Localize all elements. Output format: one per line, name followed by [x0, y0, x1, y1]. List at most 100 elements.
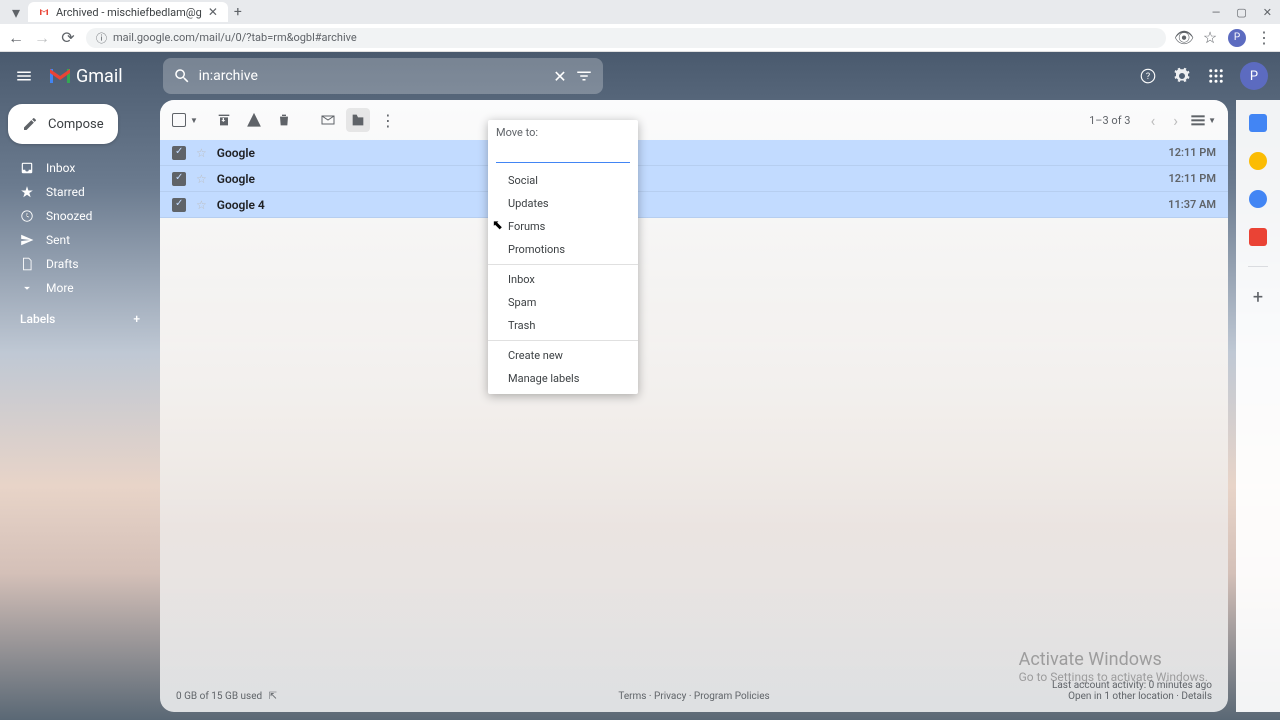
moveto-title: Move to:	[488, 120, 638, 141]
activate-title: Activate Windows	[1019, 649, 1208, 670]
row-checkbox[interactable]	[172, 172, 186, 186]
search-input[interactable]	[199, 68, 546, 84]
tasks-app-icon[interactable]	[1249, 190, 1267, 208]
moveto-search-input[interactable]	[496, 145, 636, 158]
tab-close-icon[interactable]: ✕	[208, 5, 218, 19]
row-checkbox[interactable]	[172, 146, 186, 160]
search-options-icon[interactable]	[575, 67, 593, 85]
add-addon-button[interactable]: +	[1253, 287, 1263, 308]
calendar-app-icon[interactable]	[1249, 114, 1267, 132]
email-row[interactable]: ☆ Google 12:11 PM	[160, 166, 1228, 192]
contacts-app-icon[interactable]	[1249, 228, 1267, 246]
row-checkbox[interactable]	[172, 198, 186, 212]
reload-button[interactable]: ⟳	[60, 28, 76, 47]
star-icon	[20, 185, 34, 199]
sender-name: Google	[217, 146, 357, 160]
sidebar-item-snoozed[interactable]: Snoozed	[4, 204, 156, 228]
email-time: 12:11 PM	[1168, 146, 1216, 159]
sidebar-item-label: Starred	[46, 185, 85, 199]
site-info-icon[interactable]: ⓘ	[96, 30, 107, 46]
select-all-checkbox[interactable]	[172, 113, 186, 127]
gmail-header: Gmail ✕ ? P	[0, 52, 1280, 100]
sidebar-item-label: More	[46, 281, 74, 295]
maximize-button[interactable]: ▢	[1236, 6, 1246, 19]
main-menu-button[interactable]	[12, 64, 36, 88]
svg-text:?: ?	[1146, 72, 1150, 82]
browser-menu-icon[interactable]: ⋮	[1256, 28, 1272, 47]
mark-unread-button[interactable]	[316, 108, 340, 132]
report-spam-button[interactable]	[242, 108, 266, 132]
delete-button[interactable]	[272, 108, 296, 132]
profile-avatar[interactable]: P	[1228, 29, 1246, 47]
more-actions-button[interactable]: ⋮	[376, 108, 400, 132]
moveto-item-inbox[interactable]: Inbox	[488, 268, 638, 291]
moveto-search[interactable]	[496, 141, 630, 163]
bookmark-icon[interactable]: ☆	[1202, 28, 1218, 47]
close-window-button[interactable]: ✕	[1263, 6, 1272, 19]
apps-icon[interactable]	[1206, 66, 1226, 86]
tab-search-dropdown[interactable]: ▾	[8, 4, 24, 20]
new-tab-button[interactable]: +	[234, 4, 242, 20]
sidebar-item-drafts[interactable]: Drafts	[4, 252, 156, 276]
moveto-item-create-new[interactable]: Create new	[488, 344, 638, 367]
sidebar-item-sent[interactable]: Sent	[4, 228, 156, 252]
back-button[interactable]: ←	[8, 28, 24, 48]
extensions-icon[interactable]: 👁	[1176, 28, 1192, 47]
moveto-item-forums[interactable]: Forums	[488, 215, 638, 238]
moveto-item-promotions[interactable]: Promotions	[488, 238, 638, 261]
keep-app-icon[interactable]	[1249, 152, 1267, 170]
browser-tab[interactable]: Archived - mischiefbedlam@g ✕	[28, 2, 228, 22]
star-icon[interactable]: ☆	[196, 172, 207, 186]
inbox-icon	[20, 161, 34, 175]
sidebar-item-inbox[interactable]: Inbox	[4, 156, 156, 180]
privacy-link[interactable]: Privacy	[654, 691, 686, 702]
clear-search-icon[interactable]: ✕	[553, 67, 566, 86]
move-to-button[interactable]	[346, 108, 370, 132]
next-page-button[interactable]: ›	[1167, 111, 1184, 130]
star-icon[interactable]: ☆	[196, 198, 207, 212]
sidebar-item-starred[interactable]: Starred	[4, 180, 156, 204]
details-link[interactable]: Details	[1181, 691, 1212, 702]
moveto-dropdown: Move to: SocialUpdatesForumsPromotions In…	[488, 120, 638, 394]
moveto-item-trash[interactable]: Trash	[488, 314, 638, 337]
sidebar-item-label: Drafts	[46, 257, 79, 271]
chevron-down-icon	[20, 281, 34, 295]
search-box[interactable]: ✕	[163, 58, 603, 94]
policies-link[interactable]: Program Policies	[694, 691, 770, 702]
star-icon[interactable]: ☆	[196, 146, 207, 160]
open-location-text: Open in 1 other location	[1068, 691, 1174, 702]
email-row[interactable]: ☆ Google 4 11:37 AM	[160, 192, 1228, 218]
add-label-icon[interactable]: +	[133, 312, 140, 326]
window-controls: — ▢ ✕	[1212, 6, 1272, 19]
sidebar-item-more[interactable]: More	[4, 276, 156, 300]
moveto-item-social[interactable]: Social	[488, 169, 638, 192]
activate-windows-watermark: Activate Windows Go to Settings to activ…	[1019, 649, 1208, 684]
archive-button[interactable]	[212, 108, 236, 132]
density-toggle[interactable]: ▼	[1190, 114, 1216, 126]
content-panel: ▼ ⋮ 1–3 of 3 ‹ › ▼ ☆ Google 12:11 PM ☆ G…	[160, 100, 1228, 712]
email-row[interactable]: ☆ Google 12:11 PM	[160, 140, 1228, 166]
terms-link[interactable]: Terms	[618, 691, 646, 702]
sender-name: Google	[217, 172, 357, 186]
gmail-logo[interactable]: Gmail	[48, 66, 123, 87]
prev-page-button[interactable]: ‹	[1144, 111, 1161, 130]
minimize-button[interactable]: —	[1212, 6, 1221, 19]
search-icon[interactable]	[173, 67, 191, 85]
moveto-item-spam[interactable]: Spam	[488, 291, 638, 314]
file-icon	[20, 257, 34, 271]
tab-title: Archived - mischiefbedlam@g	[56, 6, 202, 19]
address-bar[interactable]: ⓘ mail.google.com/mail/u/0/?tab=rm&ogbl#…	[86, 28, 1166, 48]
sidebar: Compose Inbox Starred SnoozedSent Drafts Mor…	[0, 100, 160, 720]
account-avatar[interactable]: P	[1240, 62, 1268, 90]
storage-open-icon[interactable]: ⇱	[269, 691, 277, 702]
menu-divider	[488, 340, 638, 341]
help-icon[interactable]: ?	[1138, 66, 1158, 86]
hamburger-icon	[15, 67, 33, 85]
forward-button[interactable]: →	[34, 28, 50, 48]
compose-button[interactable]: Compose	[8, 104, 118, 144]
select-dropdown-icon[interactable]: ▼	[190, 116, 198, 125]
moveto-item-manage-labels[interactable]: Manage labels	[488, 367, 638, 390]
moveto-item-updates[interactable]: Updates	[488, 192, 638, 215]
pagination-text: 1–3 of 3	[1089, 114, 1130, 127]
settings-icon[interactable]	[1172, 66, 1192, 86]
